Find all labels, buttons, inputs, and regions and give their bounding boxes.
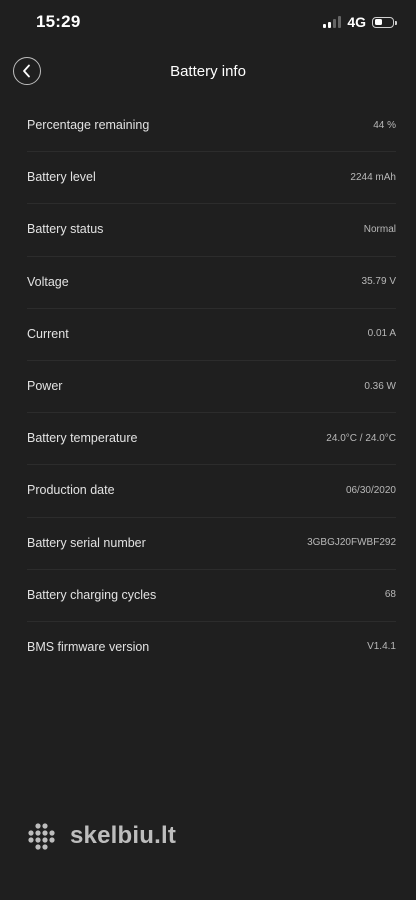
- battery-icon: [372, 16, 397, 28]
- row-value: Normal: [363, 223, 396, 235]
- row-label: Battery temperature: [27, 431, 138, 446]
- page-title: Battery info: [170, 63, 246, 80]
- status-indicators: 4G: [323, 14, 397, 30]
- row-label: Battery status: [27, 222, 104, 237]
- row-voltage: Voltage 35.79 V: [27, 255, 396, 308]
- row-label: Battery level: [27, 170, 96, 185]
- row-production-date: Production date 06/30/2020: [27, 464, 396, 516]
- row-battery-status: Battery status Normal: [27, 203, 396, 255]
- row-label: BMS firmware version: [27, 639, 150, 654]
- row-label: Current: [27, 326, 69, 341]
- row-battery-serial-number: Battery serial number 3GBGJ20FWBF292: [27, 516, 396, 569]
- row-value: 24.0°C / 24.0°C: [326, 432, 396, 444]
- row-label: Battery charging cycles: [27, 587, 157, 602]
- row-value: 06/30/2020: [345, 484, 396, 496]
- row-value: 2244 mAh: [350, 171, 396, 183]
- row-label: Battery serial number: [27, 535, 146, 550]
- screen: 15:29 4G Battery info Percentage remaini…: [0, 0, 416, 900]
- watermark-text: skelbiu.lt: [70, 822, 177, 849]
- row-label: Power: [27, 379, 63, 394]
- row-percentage-remaining: Percentage remaining 44 %: [27, 99, 396, 151]
- row-label: Voltage: [27, 274, 69, 289]
- row-label: Percentage remaining: [27, 118, 150, 133]
- network-type: 4G: [347, 14, 366, 30]
- row-bms-firmware-version: BMS firmware version V1.4.1: [27, 620, 396, 673]
- row-value: 68: [384, 589, 396, 601]
- row-value: 3GBGJ20FWBF292: [307, 537, 396, 549]
- watermark-logo: skelbiu.lt: [26, 822, 176, 850]
- row-value: 44 %: [373, 119, 396, 131]
- row-value: 0.36 W: [364, 380, 396, 392]
- row-battery-charging-cycles: Battery charging cycles 68: [27, 568, 396, 621]
- cellular-signal-icon: [323, 16, 342, 28]
- battery-info-list: Percentage remaining 44 % Battery level …: [0, 99, 416, 673]
- row-current: Current 0.01 A: [27, 307, 396, 360]
- row-label: Production date: [27, 483, 115, 498]
- row-power: Power 0.36 W: [27, 359, 396, 412]
- row-battery-level: Battery level 2244 mAh: [27, 151, 396, 203]
- status-bar: 15:29 4G: [0, 0, 416, 44]
- dots-logo-icon: [28, 823, 55, 850]
- row-value: 0.01 A: [367, 328, 396, 340]
- row-value: 35.79 V: [361, 276, 396, 288]
- row-value: V1.4.1: [367, 641, 396, 653]
- status-time: 15:29: [36, 12, 81, 31]
- row-battery-temperature: Battery temperature 24.0°C / 24.0°C: [27, 412, 396, 464]
- header: Battery info: [0, 52, 416, 92]
